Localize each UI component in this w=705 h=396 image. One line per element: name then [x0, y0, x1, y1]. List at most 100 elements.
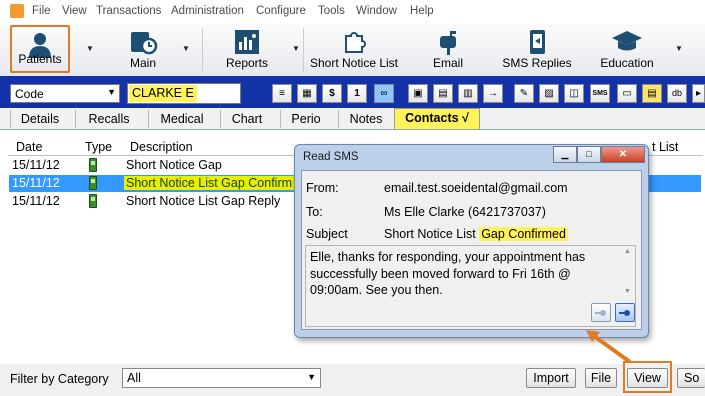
import-button[interactable]: Import [526, 368, 576, 388]
column-date[interactable]: Date [16, 140, 42, 154]
column-list[interactable]: t List [652, 140, 678, 154]
dialog-title: Read SMS [303, 151, 359, 163]
scroll-up-icon[interactable]: ▲ [624, 248, 631, 255]
menu-window[interactable]: Window [356, 5, 397, 17]
tab-chart[interactable]: Chart [220, 110, 273, 128]
close-icon[interactable]: ✕ [601, 146, 645, 163]
email-button[interactable]: Email [420, 24, 476, 76]
main-dropdown-icon[interactable]: ▼ [182, 44, 190, 53]
app-icon [10, 4, 24, 18]
image-icon[interactable]: ▨ [539, 84, 559, 103]
maximize-icon[interactable]: □ [577, 146, 601, 163]
sms-phone-icon [89, 158, 97, 172]
arrows-icon[interactable]: → [483, 84, 503, 103]
row-description: Short Notice List Gap Reply [126, 194, 281, 208]
menu-bar: File View Transactions Administration Co… [0, 0, 705, 25]
sms-forward-icon[interactable] [615, 303, 635, 322]
reports-label: Reports [225, 56, 269, 70]
sms-button[interactable]: SMS [590, 84, 610, 103]
column-description[interactable]: Description [130, 140, 193, 154]
puzzle-icon [345, 32, 366, 53]
trash-icon[interactable]: ▥ [458, 84, 478, 103]
print-icon[interactable]: ▤ [433, 84, 453, 103]
subject-prefix: Short Notice List [384, 227, 480, 241]
education-dropdown-icon[interactable]: ▼ [675, 44, 683, 53]
sms-replies-button[interactable]: SMS Replies [498, 24, 576, 76]
patient-name-field[interactable]: CLARKE E [127, 83, 241, 104]
file-button[interactable]: File [585, 368, 617, 388]
bar-chart-icon [235, 30, 259, 54]
reports-button[interactable]: Reports [212, 24, 282, 76]
sort-button[interactable]: So [677, 368, 705, 388]
pen-icon[interactable]: ✎ [514, 84, 534, 103]
scroll-down-icon[interactable]: ▼ [624, 288, 631, 295]
row-description: Short Notice Gap [126, 158, 222, 172]
education-button[interactable]: Education [594, 24, 660, 76]
code-select[interactable]: Code ▼ [10, 84, 120, 103]
toolbar: Patients ▼ Main ▼ Reports ▼ Short Notice… [0, 24, 705, 77]
menu-transactions[interactable]: Transactions [96, 5, 161, 17]
dollar-button[interactable]: $ [322, 84, 342, 103]
chevron-down-icon: ▼ [307, 372, 316, 382]
toolbar-divider [303, 28, 304, 72]
scan-icon[interactable]: ◫ [564, 84, 584, 103]
register-icon[interactable]: ▦ [297, 84, 317, 103]
one-button[interactable]: 1 [347, 84, 367, 103]
patients-dropdown-icon[interactable]: ▼ [86, 44, 94, 53]
sms-reply-icon[interactable] [591, 303, 611, 322]
mailbox-icon [440, 31, 456, 55]
to-label: To: [306, 205, 323, 219]
email-label: Email [432, 56, 463, 70]
tab-medical[interactable]: Medical [148, 110, 215, 128]
code-select-value: Code [15, 87, 44, 101]
card-icon[interactable]: ▭ [617, 84, 637, 103]
tab-details[interactable]: Details [10, 110, 69, 128]
filter-category-select[interactable]: All ▼ [122, 368, 321, 388]
filter-label: Filter by Category [10, 372, 109, 386]
column-type[interactable]: Type [85, 140, 112, 154]
patients-label: Patients [18, 52, 62, 66]
menu-configure[interactable]: Configure [256, 5, 306, 17]
subject-highlight: Gap Confirmed [479, 227, 568, 241]
align-icon[interactable]: ≡ [272, 84, 292, 103]
db-button[interactable]: db [667, 84, 687, 103]
subject-label: Subject [306, 227, 348, 241]
annotation-arrow-icon [586, 330, 632, 364]
menu-file[interactable]: File [32, 5, 51, 17]
from-value: email.test.soeidental@gmail.com [384, 181, 568, 195]
main-button[interactable]: Main [110, 24, 176, 76]
link-icon[interactable]: ∞ [374, 84, 394, 103]
tab-recalls[interactable]: Recalls [75, 110, 142, 128]
short-notice-list-label: Short Notice List [309, 56, 399, 70]
row-description: Short Notice List Gap Confirm [124, 176, 295, 190]
toolbar-divider [202, 28, 203, 72]
note-icon[interactable]: ▤ [642, 84, 662, 103]
menu-tools[interactable]: Tools [318, 5, 345, 17]
patients-button[interactable]: Patients [10, 25, 70, 73]
phone-reply-icon [530, 30, 545, 54]
menu-view[interactable]: View [62, 5, 87, 17]
row-date: 15/11/12 [12, 194, 60, 208]
sms-phone-icon [89, 176, 97, 190]
filter-value: All [127, 371, 141, 385]
tab-contacts-label: Contacts [405, 111, 459, 125]
tab-perio[interactable]: Perio [280, 110, 331, 128]
to-value: Ms Elle Clarke (6421737037) [384, 205, 546, 219]
reports-dropdown-icon[interactable]: ▼ [292, 44, 300, 53]
chevron-down-icon: ▼ [107, 87, 116, 97]
minimize-icon[interactable]: ▁ [553, 146, 577, 163]
tab-notes[interactable]: Notes [338, 110, 393, 128]
view-button[interactable]: View [627, 368, 668, 388]
graduation-cap-icon [612, 31, 642, 51]
education-label: Education [600, 56, 654, 70]
short-notice-list-button[interactable]: Short Notice List [306, 24, 402, 76]
main-label: Main [129, 56, 156, 70]
more-icon[interactable]: ▸ [692, 84, 705, 103]
tab-contacts[interactable]: Contacts √ [394, 108, 480, 129]
calendar-clock-icon [131, 32, 158, 55]
message-scrollbar[interactable]: ▲ ▼ [622, 248, 634, 298]
menu-help[interactable]: Help [410, 5, 434, 17]
save-icon[interactable]: ▣ [408, 84, 428, 103]
menu-administration[interactable]: Administration [171, 5, 244, 17]
patient-name-value: CLARKE E [129, 85, 197, 102]
